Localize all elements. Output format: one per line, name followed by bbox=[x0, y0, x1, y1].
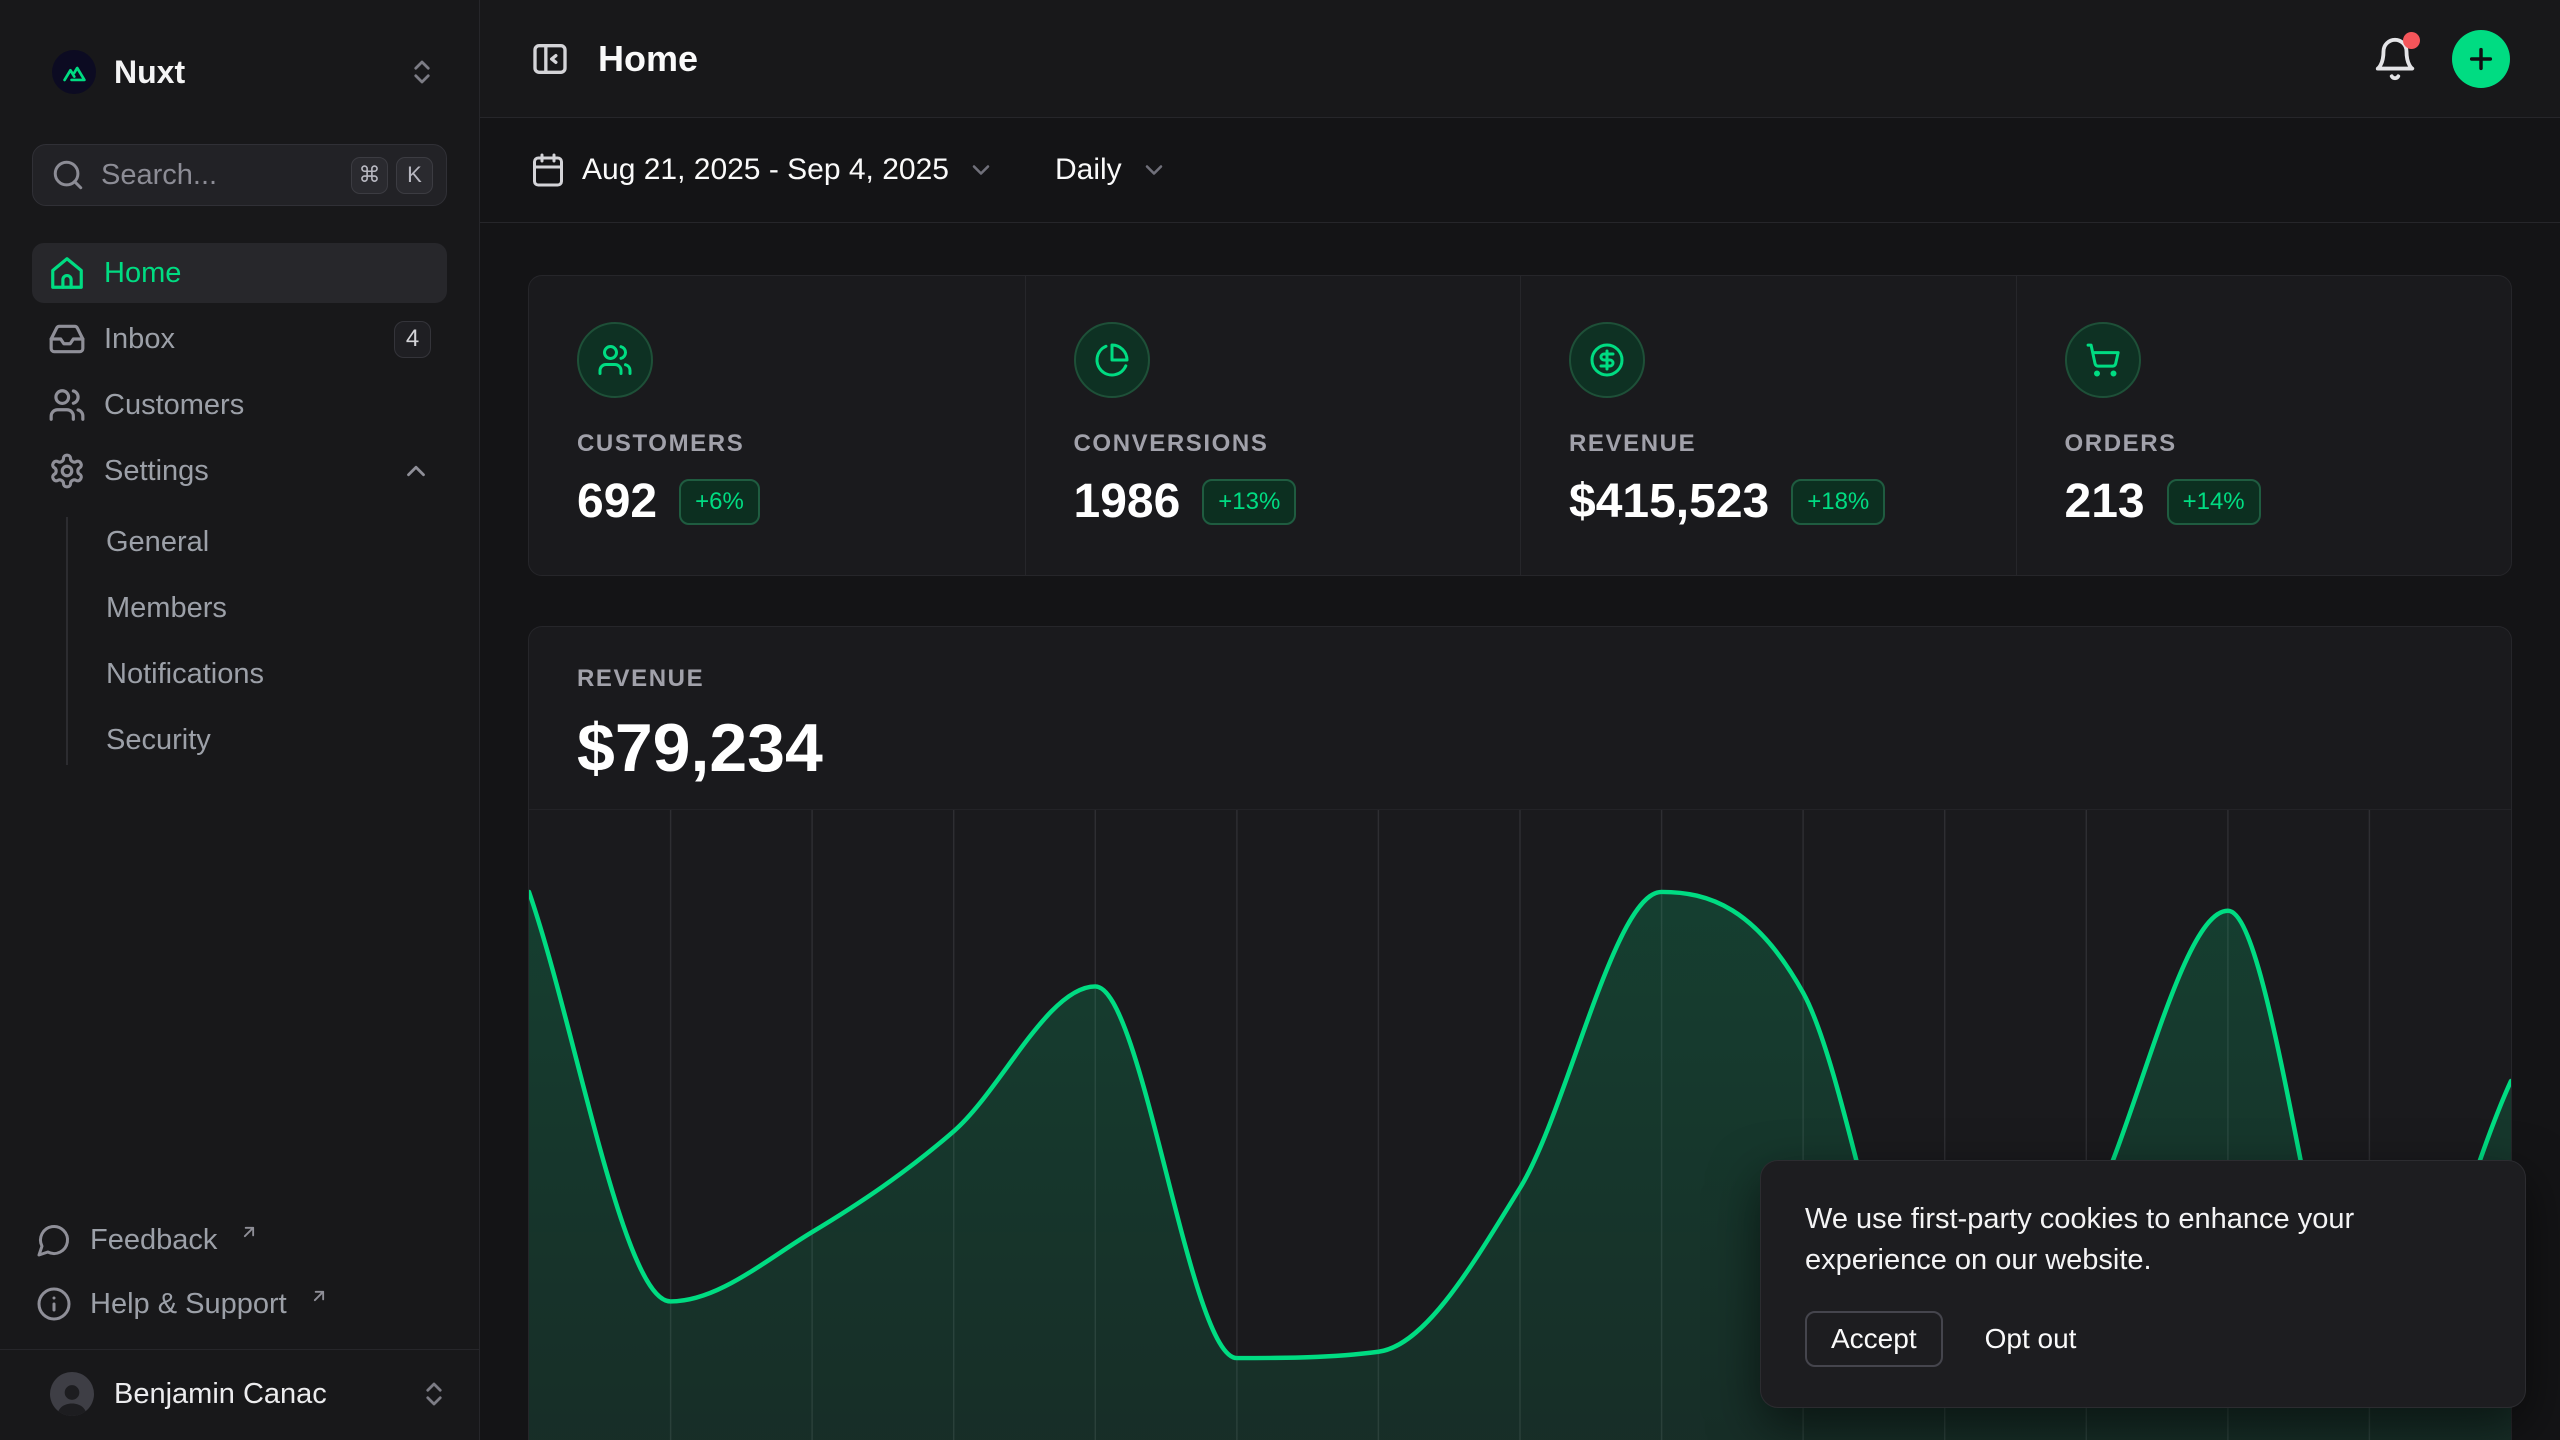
chevron-up-icon bbox=[401, 456, 431, 486]
sidebar-item-home[interactable]: Home bbox=[32, 243, 447, 303]
topbar-actions bbox=[2372, 30, 2510, 88]
filter-toolbar: Aug 21, 2025 - Sep 4, 2025 Daily bbox=[480, 118, 2560, 223]
stat-value: 692 bbox=[577, 474, 657, 529]
notifications-button[interactable] bbox=[2372, 36, 2418, 82]
sidebar-footer-links: Feedback Help & Support bbox=[32, 1213, 447, 1349]
search-icon bbox=[51, 158, 85, 192]
stat-value-row: $415,523 +18% bbox=[1569, 474, 1885, 529]
avatar bbox=[50, 1372, 94, 1416]
search-placeholder: Search... bbox=[101, 159, 335, 192]
cart-icon bbox=[2065, 322, 2141, 398]
granularity-label: Daily bbox=[1055, 153, 1122, 187]
settings-submenu: General Members Notifications Security bbox=[32, 513, 447, 769]
sidebar-collapse-button[interactable] bbox=[530, 39, 570, 79]
stat-card-conversions: CONVERSIONS 1986 +13% bbox=[1025, 276, 1521, 575]
sidebar-item-general[interactable]: General bbox=[32, 513, 447, 571]
stat-label: REVENUE bbox=[1569, 430, 1696, 458]
sidebar-item-label: Customers bbox=[104, 389, 244, 422]
sidebar-item-label: Settings bbox=[104, 455, 209, 488]
stat-delta-badge: +14% bbox=[2167, 479, 2261, 525]
granularity-select[interactable]: Daily bbox=[1055, 153, 1168, 187]
date-range-picker[interactable]: Aug 21, 2025 - Sep 4, 2025 bbox=[530, 152, 995, 188]
chat-bubble-icon bbox=[36, 1222, 72, 1258]
add-button[interactable] bbox=[2452, 30, 2510, 88]
stat-delta-badge: +6% bbox=[679, 479, 760, 525]
search-shortcut: ⌘K bbox=[351, 157, 433, 194]
plus-icon bbox=[2465, 43, 2497, 75]
stat-label: CONVERSIONS bbox=[1074, 430, 1269, 458]
stat-value: 1986 bbox=[1074, 474, 1181, 529]
pie-chart-icon bbox=[1074, 322, 1150, 398]
stat-card-revenue: REVENUE $415,523 +18% bbox=[1520, 276, 2016, 575]
stat-label: CUSTOMERS bbox=[577, 430, 744, 458]
page-title: Home bbox=[598, 38, 698, 80]
notification-dot bbox=[2403, 32, 2420, 49]
arrow-up-right-icon bbox=[239, 1222, 259, 1242]
stat-card-orders: ORDERS 213 +14% bbox=[2016, 276, 2512, 575]
cookie-message: We use first-party cookies to enhance yo… bbox=[1805, 1199, 2425, 1281]
app-root: { "colors": { "accent": "#00dc82", "noti… bbox=[0, 0, 2560, 1440]
inbox-icon bbox=[48, 320, 86, 358]
sidebar-link-feedback[interactable]: Feedback bbox=[32, 1213, 447, 1267]
footer-link-label: Feedback bbox=[90, 1224, 217, 1257]
nuxt-logo-icon bbox=[52, 50, 96, 94]
stat-value: 213 bbox=[2065, 474, 2145, 529]
dollar-circle-icon bbox=[1569, 322, 1645, 398]
kbd-K: K bbox=[396, 157, 433, 194]
home-icon bbox=[48, 254, 86, 292]
users-icon bbox=[577, 322, 653, 398]
stat-value: $415,523 bbox=[1569, 474, 1769, 529]
cookie-accept-button[interactable]: Accept bbox=[1805, 1311, 1943, 1367]
cookie-banner: We use first-party cookies to enhance yo… bbox=[1760, 1160, 2526, 1408]
sidebar-nav: Home Inbox 4 Customers Settings General Member… bbox=[32, 243, 447, 769]
inbox-count-badge: 4 bbox=[394, 321, 431, 358]
stat-delta-badge: +13% bbox=[1202, 479, 1296, 525]
revenue-chart-value: $79,234 bbox=[577, 709, 2463, 787]
sidebar-item-notifications[interactable]: Notifications bbox=[32, 645, 447, 703]
search-input[interactable]: Search... ⌘K bbox=[32, 144, 447, 206]
sidebar-spacer bbox=[32, 769, 447, 1213]
sidebar: Nuxt Search... ⌘K Home Inbox 4 Customers Set… bbox=[0, 0, 480, 1440]
revenue-chart-label: REVENUE bbox=[577, 665, 2463, 693]
sidebar-item-label: Inbox bbox=[104, 323, 175, 356]
kbd-⌘: ⌘ bbox=[351, 157, 388, 194]
sidebar-link-help-support[interactable]: Help & Support bbox=[32, 1277, 447, 1331]
stats-row: CUSTOMERS 692 +6% CONVERSIONS 1986 +13% REVENU… bbox=[528, 275, 2512, 576]
stat-label: ORDERS bbox=[2065, 430, 2177, 458]
stat-card-customers: CUSTOMERS 692 +6% bbox=[529, 276, 1025, 575]
chevrons-up-down-icon bbox=[419, 1379, 449, 1409]
sidebar-item-members[interactable]: Members bbox=[32, 579, 447, 637]
team-selector[interactable]: Nuxt bbox=[32, 40, 447, 104]
team-name: Nuxt bbox=[114, 54, 185, 91]
stat-value-row: 692 +6% bbox=[577, 474, 760, 529]
arrow-up-right-icon bbox=[309, 1286, 329, 1306]
user-menu[interactable]: Benjamin Canac bbox=[0, 1349, 479, 1440]
cookie-optout-button[interactable]: Opt out bbox=[1985, 1323, 2077, 1355]
sidebar-item-inbox[interactable]: Inbox 4 bbox=[32, 309, 447, 369]
topbar: Home bbox=[480, 0, 2560, 118]
info-circle-icon bbox=[36, 1286, 72, 1322]
sidebar-item-security[interactable]: Security bbox=[32, 711, 447, 769]
sidebar-item-customers[interactable]: Customers bbox=[32, 375, 447, 435]
stat-value-row: 1986 +13% bbox=[1074, 474, 1297, 529]
sidebar-item-settings[interactable]: Settings bbox=[32, 441, 447, 501]
cookie-actions: Accept Opt out bbox=[1805, 1311, 2481, 1367]
users-icon bbox=[48, 386, 86, 424]
chevron-down-icon bbox=[1140, 156, 1168, 184]
calendar-icon bbox=[530, 152, 566, 188]
revenue-chart-header: REVENUE $79,234 bbox=[529, 627, 2511, 809]
stat-delta-badge: +18% bbox=[1791, 479, 1885, 525]
user-name: Benjamin Canac bbox=[114, 1378, 327, 1411]
date-range-label: Aug 21, 2025 - Sep 4, 2025 bbox=[582, 153, 949, 187]
footer-link-label: Help & Support bbox=[90, 1288, 287, 1321]
gear-icon bbox=[48, 452, 86, 490]
sidebar-item-label: Home bbox=[104, 257, 181, 290]
chevrons-up-down-icon bbox=[407, 57, 437, 87]
stat-value-row: 213 +14% bbox=[2065, 474, 2261, 529]
chevron-down-icon bbox=[967, 156, 995, 184]
